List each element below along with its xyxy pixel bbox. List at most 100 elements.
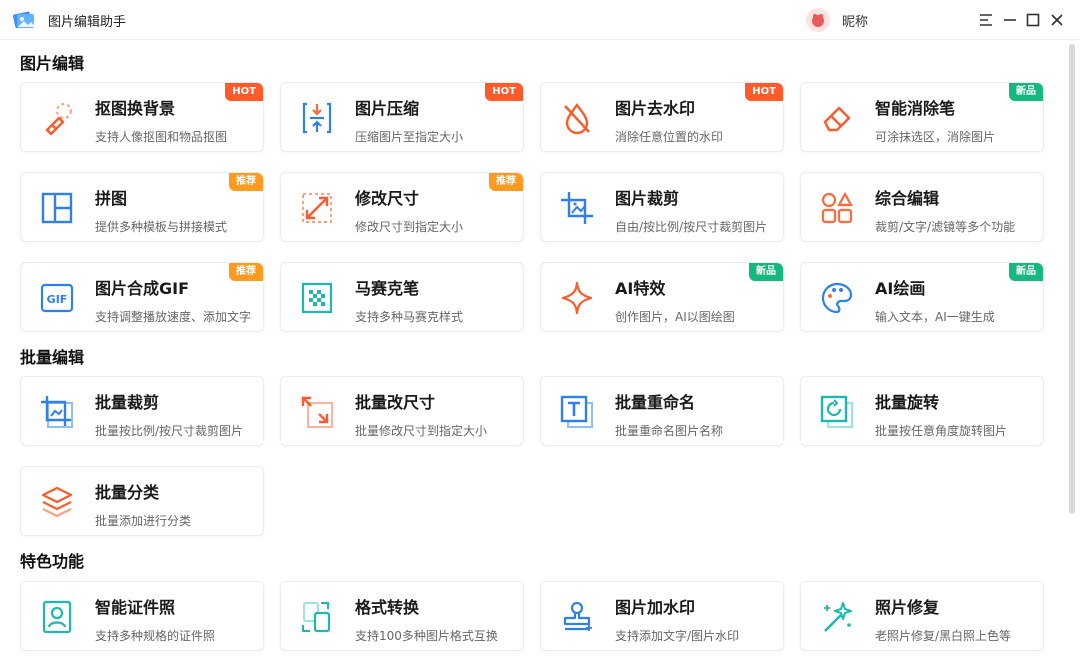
card-title: 修改尺寸	[355, 189, 420, 208]
card-title: AI绘画	[875, 279, 926, 298]
card-collage[interactable]: 拼图 提供多种模板与拼接模式 推荐	[20, 172, 264, 242]
card-photo-repair[interactable]: 照片修复 老照片修复/黑白照上色等	[800, 581, 1044, 651]
palette-icon	[819, 280, 855, 316]
card-title: 图片合成GIF	[95, 279, 190, 298]
card-title: 批量裁剪	[95, 393, 160, 412]
minimize-icon[interactable]	[999, 9, 1021, 31]
card-title: 智能消除笔	[875, 99, 956, 118]
card-desc: 批量按比例/按尺寸裁剪图片	[95, 424, 244, 438]
smart-eraser-icon	[819, 100, 855, 136]
card-title: 综合编辑	[875, 189, 940, 208]
scrollbar-thumb[interactable]	[1069, 44, 1075, 514]
card-smart-eraser[interactable]: 智能消除笔 可涂抹选区，消除图片 新品	[800, 82, 1044, 152]
card-title: 马赛克笔	[355, 279, 420, 298]
card-comprehensive-edit[interactable]: 综合编辑 裁剪/文字/滤镜等多个功能	[800, 172, 1044, 242]
card-title: 批量重命名	[615, 393, 696, 412]
svg-text:GIF: GIF	[47, 293, 68, 306]
card-desc: 裁剪/文字/滤镜等多个功能	[875, 220, 1016, 234]
card-batch-rotate[interactable]: 批量旋转 批量按任意角度旋转图片	[800, 376, 1044, 446]
card-desc: 创作图片，AI以图绘图	[615, 310, 735, 324]
hot-badge: HOT	[745, 83, 783, 101]
recommend-badge: 推荐	[489, 173, 523, 191]
card-crop[interactable]: 图片裁剪 自由/按比例/按尺寸裁剪图片	[540, 172, 784, 242]
no-watermark-icon	[559, 100, 595, 136]
title-bar: 图片编辑助手 昵称	[0, 0, 1080, 40]
card-compress[interactable]: 图片压缩 压缩图片至指定大小 HOT	[280, 82, 524, 152]
card-desc: 支持添加文字/图片水印	[615, 629, 740, 643]
card-ai-effects[interactable]: AI特效 创作图片，AI以图绘图 新品	[540, 262, 784, 332]
card-desc: 批量重命名图片名称	[615, 424, 724, 438]
compress-icon	[299, 100, 335, 136]
section-title-featured: 特色功能	[20, 552, 85, 571]
convert-icon	[299, 599, 335, 635]
new-badge: 新品	[749, 263, 783, 281]
stamp-icon	[559, 599, 595, 635]
card-desc: 批量按任意角度旋转图片	[875, 424, 1008, 438]
card-resize[interactable]: 修改尺寸 修改尺寸到指定大小 推荐	[280, 172, 524, 242]
hot-badge: HOT	[485, 83, 523, 101]
shapes-icon	[819, 190, 855, 226]
collage-icon	[39, 190, 75, 226]
vertical-scrollbar[interactable]	[1068, 40, 1076, 670]
close-icon[interactable]	[1046, 9, 1068, 31]
card-title: AI特效	[615, 279, 666, 298]
resize-icon	[299, 190, 335, 226]
card-title: 图片加水印	[615, 598, 696, 617]
magic-wand-icon	[819, 599, 855, 635]
id-photo-icon	[39, 599, 75, 635]
crop-icon	[559, 190, 595, 226]
maximize-icon[interactable]	[1022, 9, 1044, 31]
card-desc: 提供多种模板与拼接模式	[95, 220, 228, 234]
mosaic-icon	[299, 280, 335, 316]
card-desc: 支持调整播放速度、添加文字	[95, 310, 252, 324]
card-desc: 修改尺寸到指定大小	[355, 220, 464, 234]
user-name[interactable]: 昵称	[842, 11, 868, 30]
card-batch-crop[interactable]: 批量裁剪 批量按比例/按尺寸裁剪图片	[20, 376, 264, 446]
card-desc: 输入文本，AI一键生成	[875, 310, 995, 324]
card-desc: 压缩图片至指定大小	[355, 130, 464, 144]
recommend-badge: 推荐	[229, 263, 263, 281]
new-badge: 新品	[1009, 263, 1043, 281]
card-title: 批量改尺寸	[355, 393, 436, 412]
batch-crop-icon	[39, 394, 75, 430]
card-batch-rename[interactable]: 批量重命名 批量重命名图片名称	[540, 376, 784, 446]
card-batch-resize[interactable]: 批量改尺寸 批量修改尺寸到指定大小	[280, 376, 524, 446]
card-title: 拼图	[95, 189, 128, 208]
section-title-image-edit: 图片编辑	[20, 54, 85, 73]
rotate-icon	[819, 394, 855, 430]
eraser-icon	[39, 100, 75, 136]
card-desc: 消除任意位置的水印	[615, 130, 724, 144]
recommend-badge: 推荐	[229, 173, 263, 191]
app-logo-icon	[12, 8, 36, 32]
card-remove-watermark[interactable]: 图片去水印 消除任意位置的水印 HOT	[540, 82, 784, 152]
card-desc: 支持多种规格的证件照	[95, 629, 216, 643]
sparkle-icon	[559, 280, 595, 316]
menu-icon[interactable]	[975, 9, 997, 31]
card-title: 图片去水印	[615, 99, 696, 118]
card-id-photo[interactable]: 智能证件照 支持多种规格的证件照	[20, 581, 264, 651]
card-title: 图片裁剪	[615, 189, 680, 208]
card-title: 智能证件照	[95, 598, 176, 617]
batch-resize-icon	[299, 394, 335, 430]
card-mosaic[interactable]: 马赛克笔 支持多种马赛克样式	[280, 262, 524, 332]
card-gif[interactable]: GIF 图片合成GIF 支持调整播放速度、添加文字 推荐	[20, 262, 264, 332]
card-cutout[interactable]: 抠图换背景 支持人像抠图和物品抠图 HOT	[20, 82, 264, 152]
main-content: 图片编辑 抠图换背景 支持人像抠图和物品抠图 HOT 图片压缩 压缩图片至指定大…	[0, 40, 1066, 670]
card-title: 批量分类	[95, 483, 160, 502]
card-title: 照片修复	[875, 598, 940, 617]
layers-icon	[39, 484, 75, 520]
card-desc: 支持100多种图片格式互换	[355, 629, 498, 643]
card-title: 图片压缩	[355, 99, 420, 118]
card-title: 格式转换	[355, 598, 420, 617]
card-format-convert[interactable]: 格式转换 支持100多种图片格式互换	[280, 581, 524, 651]
rename-icon	[559, 394, 595, 430]
hot-badge: HOT	[225, 83, 263, 101]
card-desc: 支持人像抠图和物品抠图	[95, 130, 228, 144]
card-ai-painting[interactable]: AI绘画 输入文本，AI一键生成 新品	[800, 262, 1044, 332]
new-badge: 新品	[1009, 83, 1043, 101]
card-desc: 支持多种马赛克样式	[355, 310, 464, 324]
user-avatar[interactable]	[806, 8, 830, 32]
card-add-watermark[interactable]: 图片加水印 支持添加文字/图片水印	[540, 581, 784, 651]
card-batch-classify[interactable]: 批量分类 批量添加进行分类	[20, 466, 264, 536]
section-title-batch-edit: 批量编辑	[20, 348, 85, 367]
